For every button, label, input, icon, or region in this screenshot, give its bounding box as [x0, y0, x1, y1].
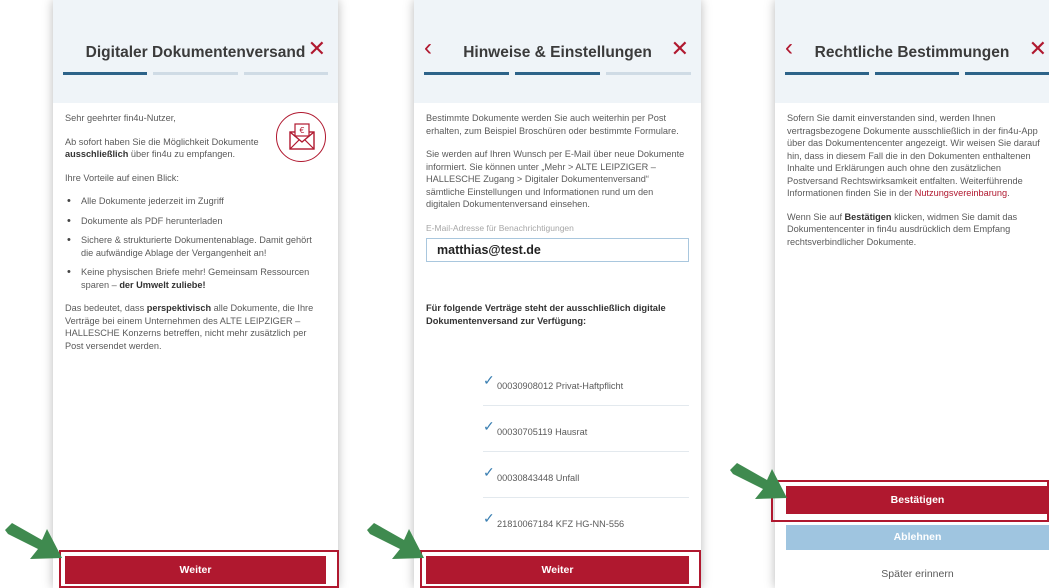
arrow-icon — [367, 523, 424, 559]
info-paragraph: Bestimmte Dokumente werden Sie auch weit… — [426, 113, 679, 136]
envelope-euro-icon: € — [276, 112, 326, 162]
intro-text-part: über fin4u zu empfangen. — [128, 149, 236, 159]
progress-indicator — [63, 72, 328, 75]
email-label: E-Mail-Adresse für Benachrichtigungen — [426, 222, 574, 233]
contract-item[interactable]: ✓ 21810067184 KFZ HG-NN-556 — [483, 498, 689, 544]
intro-text-part: Ab sofort haben Sie die Möglichkeit Doku… — [65, 136, 259, 147]
progress-step-2 — [153, 72, 238, 75]
header: Digitaler Dokumentenversand ✕ — [53, 0, 338, 103]
benefits-list: Alle Dokumente jederzeit im Zugriff Doku… — [65, 195, 326, 291]
header: ‹ Rechtliche Bestimmungen ✕ — [775, 0, 1049, 103]
progress-step-1 — [424, 72, 509, 75]
list-item: Dokumente als PDF herunterladen — [65, 215, 326, 228]
list-item: Alle Dokumente jederzeit im Zugriff — [65, 195, 326, 208]
progress-step-3 — [965, 72, 1049, 75]
intro-text-bold: ausschließlich — [65, 149, 129, 159]
legal-text: . — [1007, 188, 1010, 198]
contract-label: 00030908012 Privat-Haftpflicht — [497, 381, 624, 391]
contract-item[interactable]: ✓ 00030908012 Privat-Haftpflicht — [483, 360, 689, 406]
highlight-box — [771, 480, 1049, 522]
progress-step-1 — [785, 72, 869, 75]
content: Sofern Sie damit einverstanden sind, wer… — [787, 112, 1043, 259]
contract-label: 00030705119 Hausrat — [497, 427, 588, 437]
legal-paragraph: Sofern Sie damit einverstanden sind, wer… — [787, 112, 1043, 200]
intro-text: Ab sofort haben Sie die Möglichkeit Doku… — [65, 136, 260, 161]
progress-step-1 — [63, 72, 148, 75]
header: ‹ Hinweise & Einstellungen ✕ — [414, 0, 701, 103]
legal-text: Wenn Sie auf — [787, 211, 845, 222]
arrow-icon — [5, 523, 62, 559]
screen-digitaler-dokumentenversand: Digitaler Dokumentenversand ✕ € Sehr gee… — [53, 0, 338, 588]
progress-indicator — [424, 72, 691, 75]
progress-indicator — [785, 72, 1049, 75]
contract-label: 00030843448 Unfall — [497, 473, 580, 483]
list-item-bold: der Umwelt zuliebe! — [119, 279, 206, 290]
page-title: Hinweise & Einstellungen — [463, 44, 652, 61]
outro-text: Das bedeutet, dass perspektivisch alle D… — [65, 302, 326, 352]
highlight-box — [59, 550, 339, 588]
legal-paragraph: Wenn Sie auf Bestätigen klicken, widmen … — [787, 211, 1043, 249]
check-icon: ✓ — [483, 372, 495, 388]
arrow-icon — [730, 463, 787, 499]
contract-item[interactable]: ✓ 00030843448 Unfall — [483, 452, 689, 498]
info-paragraph: Sie werden auf Ihren Wunsch per E-Mail ü… — [426, 149, 685, 209]
list-item: Keine physischen Briefe mehr! Gemeinsam … — [65, 266, 326, 291]
check-icon: ✓ — [483, 418, 495, 434]
progress-step-2 — [515, 72, 600, 75]
list-item: Sichere & strukturierte Dokumentenablage… — [65, 234, 326, 259]
svg-text:€: € — [299, 126, 304, 135]
check-icon: ✓ — [483, 464, 495, 480]
check-icon: ✓ — [483, 510, 495, 526]
outro-text-bold: perspektivisch — [146, 303, 212, 313]
ablehnen-button[interactable]: Ablehnen — [786, 525, 1049, 550]
progress-step-3 — [243, 72, 328, 75]
content: Bestimmte Dokumente werden Sie auch weit… — [426, 112, 689, 327]
benefits-heading: Ihre Vorteile auf einen Blick: — [65, 172, 179, 183]
content: € Sehr geehrter fin4u-Nutzer, Ab sofort … — [65, 112, 326, 363]
close-icon[interactable]: ✕ — [671, 38, 689, 60]
contract-item[interactable]: ✓ 00030705119 Hausrat — [483, 406, 689, 452]
close-icon[interactable]: ✕ — [308, 38, 326, 60]
progress-step-3 — [606, 72, 691, 75]
progress-step-2 — [875, 72, 959, 75]
contract-label: 21810067184 KFZ HG-NN-556 — [497, 519, 625, 529]
page-title: Digitaler Dokumentenversand — [85, 44, 306, 61]
spaeter-erinnern-link[interactable]: Später erinnern — [786, 568, 1049, 580]
close-icon[interactable]: ✕ — [1029, 38, 1047, 60]
nutzungsvereinbarung-link[interactable]: Nutzungsvereinbarung — [915, 188, 1007, 198]
highlight-box — [420, 550, 701, 588]
email-field[interactable]: matthias@test.de — [426, 238, 689, 262]
outro-text-part: Das bedeutet, dass — [65, 303, 147, 313]
screen-hinweise-einstellungen: ‹ Hinweise & Einstellungen ✕ Bestimmte D… — [414, 0, 701, 588]
legal-text-bold: Bestätigen — [844, 211, 892, 222]
contracts-heading: Für folgende Verträge steht der ausschli… — [426, 303, 666, 326]
page-title: Rechtliche Bestimmungen — [814, 44, 1010, 61]
legal-text: Sofern Sie damit einverstanden sind, wer… — [787, 113, 1040, 198]
